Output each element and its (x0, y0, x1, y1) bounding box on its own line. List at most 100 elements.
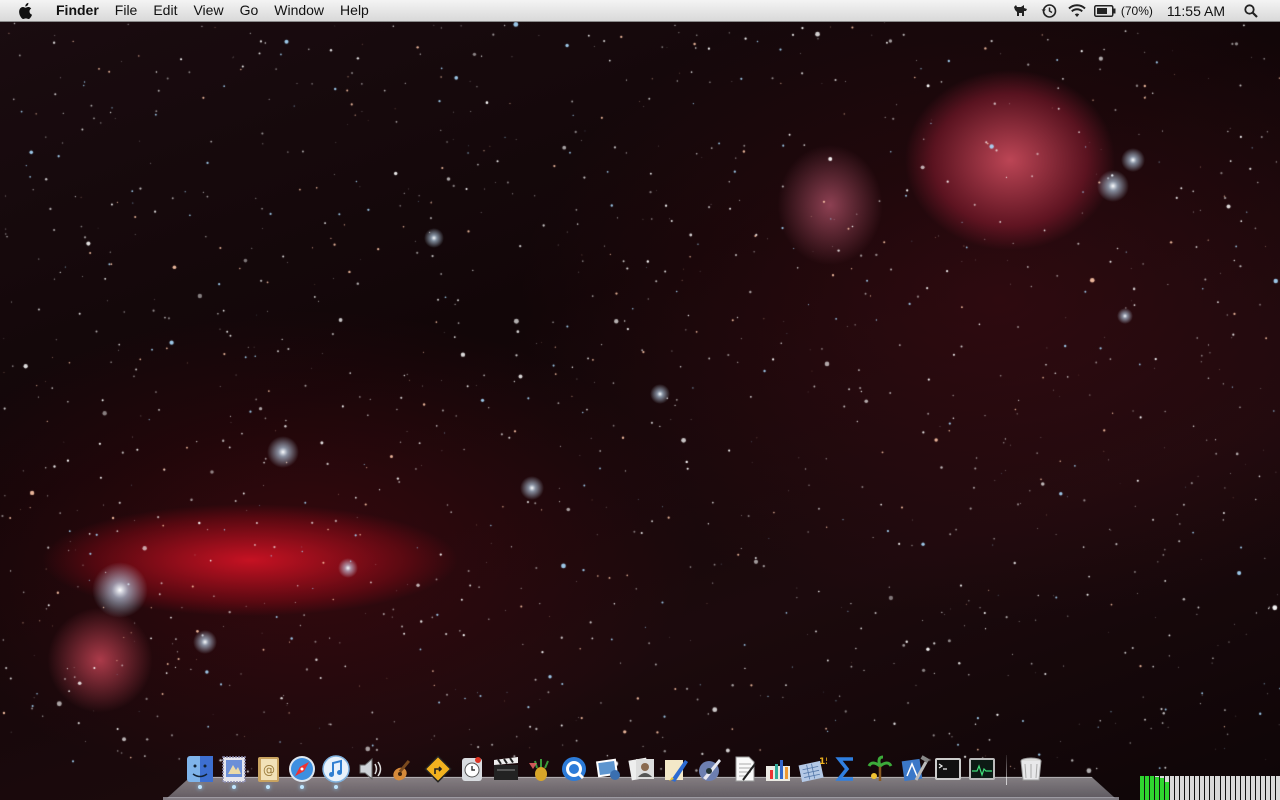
apple-menu-icon[interactable] (18, 2, 38, 20)
address-book-icon: @ (258, 756, 279, 782)
cpu-meter-bar (1210, 776, 1215, 800)
document-icon (735, 756, 756, 781)
cpu-meter-bar (1240, 776, 1245, 800)
dock-app-calendar-tool[interactable]: 15 (796, 752, 829, 785)
dock-app-photo-booth[interactable] (626, 752, 659, 785)
cpu-meter-bar (1205, 776, 1210, 800)
running-indicator (300, 785, 304, 789)
dock-app-mail[interactable] (218, 752, 251, 789)
calendar-icon: 15 (798, 757, 827, 782)
battery-percentage[interactable]: (70%) (1121, 4, 1153, 18)
sigma-icon (835, 756, 853, 781)
dock-app-textedit[interactable] (728, 752, 761, 785)
dock-app-address-book[interactable]: @ (252, 752, 285, 789)
menu-edit[interactable]: Edit (145, 0, 185, 21)
growl-dog-icon[interactable] (1010, 0, 1032, 21)
menu-view[interactable]: View (185, 0, 231, 21)
dock-app-xcode[interactable] (898, 752, 931, 785)
battery-icon[interactable] (1093, 0, 1116, 21)
speaker-icon (359, 757, 382, 780)
cpu-meter-bar (1170, 776, 1175, 800)
cpu-meter-fill (1155, 777, 1160, 800)
cpu-meter-fill (1145, 776, 1150, 800)
cpu-meter-bar (1275, 776, 1280, 800)
cpu-meter-bar (1235, 776, 1240, 800)
cpu-meter-bar (1175, 776, 1180, 800)
menu-help[interactable]: Help (332, 0, 377, 21)
dock-app-sum[interactable] (830, 752, 863, 785)
terminal-icon (935, 757, 961, 780)
cpu-meter-bar (1245, 776, 1250, 800)
dock-app-sketch[interactable] (660, 752, 693, 785)
quicktime-icon (562, 756, 586, 781)
running-indicator (334, 785, 338, 789)
cpu-meter-bar (1185, 776, 1190, 800)
wifi-icon[interactable] (1066, 0, 1088, 21)
dock-app-safari[interactable] (286, 752, 319, 789)
cocktail-icon (529, 758, 549, 781)
cpu-meter-bar (1255, 776, 1260, 800)
clock-icon (462, 756, 482, 781)
cpu-meter-bar (1145, 776, 1150, 800)
cpu-meter-bar (1150, 776, 1155, 800)
desktop-wallpaper (0, 0, 1280, 800)
photo-stack-icon (628, 757, 654, 780)
running-indicator (198, 785, 202, 789)
dock: @ 15 (183, 752, 1048, 789)
dock-app-pen-tool[interactable] (694, 752, 727, 785)
paint-brush-icon (665, 759, 688, 782)
dock-trash[interactable] (1015, 752, 1048, 785)
cpu-meter-fill (1160, 778, 1165, 800)
menu-app-finder[interactable]: Finder (48, 0, 107, 21)
cpu-meter-bar (1155, 776, 1160, 800)
dock-app-iphoto[interactable] (592, 752, 625, 785)
menu-clock[interactable]: 11:55 AM (1167, 3, 1225, 19)
dock-app-audio[interactable] (354, 752, 387, 785)
finder-icon (187, 755, 213, 782)
dock-app-garageband[interactable] (388, 752, 421, 785)
cpu-meter-bar (1250, 776, 1255, 800)
svg-text:15: 15 (819, 757, 827, 767)
cpu-meter-bar (1200, 776, 1205, 800)
music-note-icon (322, 754, 350, 783)
dock-app-itunes[interactable] (320, 752, 353, 789)
dock-separator (1006, 755, 1007, 785)
palm-tree-icon (867, 755, 893, 781)
mail-stamp-icon (222, 755, 246, 783)
cpu-meter-fill (1140, 776, 1145, 800)
dock-app-quicktime[interactable] (558, 752, 591, 785)
cpu-meter-bar (1265, 776, 1270, 800)
running-indicator (266, 785, 270, 789)
spotlight-icon[interactable] (1240, 0, 1262, 21)
menu-go[interactable]: Go (232, 0, 267, 21)
menu-window[interactable]: Window (266, 0, 332, 21)
dock-app-imovie[interactable] (490, 752, 523, 785)
cpu-meter-fill (1150, 776, 1155, 800)
guitar-icon (393, 759, 411, 780)
dock-app-activity-monitor[interactable] (966, 752, 999, 785)
menu-file[interactable]: File (107, 0, 146, 21)
cpu-meter-bar (1165, 776, 1170, 800)
compass-icon (289, 755, 315, 782)
photos-icon (595, 758, 620, 780)
dock-app-time-machine[interactable] (456, 752, 489, 785)
dock-app-finder[interactable] (184, 752, 217, 789)
cpu-meter-bar (1225, 776, 1230, 800)
cpu-meter-bar (1215, 776, 1220, 800)
hammer-icon (901, 754, 929, 781)
activity-monitor-icon (969, 757, 995, 780)
cpu-meter-bar (1195, 776, 1200, 800)
dock-app-numbers[interactable] (762, 752, 795, 785)
time-machine-icon[interactable] (1038, 0, 1060, 21)
warning-sign-icon (424, 754, 452, 783)
running-indicator (232, 785, 236, 789)
dock-app-cocktail[interactable] (524, 752, 557, 785)
cpu-meter-bar (1140, 776, 1145, 800)
dock-app-terminal[interactable] (932, 752, 965, 785)
trash-icon (1020, 757, 1042, 780)
clapperboard-icon (494, 756, 518, 780)
svg-text:@: @ (263, 763, 275, 777)
dock-app-console[interactable] (422, 752, 455, 785)
cpu-meter-bar (1220, 776, 1225, 800)
dock-app-uploader[interactable] (864, 752, 897, 785)
